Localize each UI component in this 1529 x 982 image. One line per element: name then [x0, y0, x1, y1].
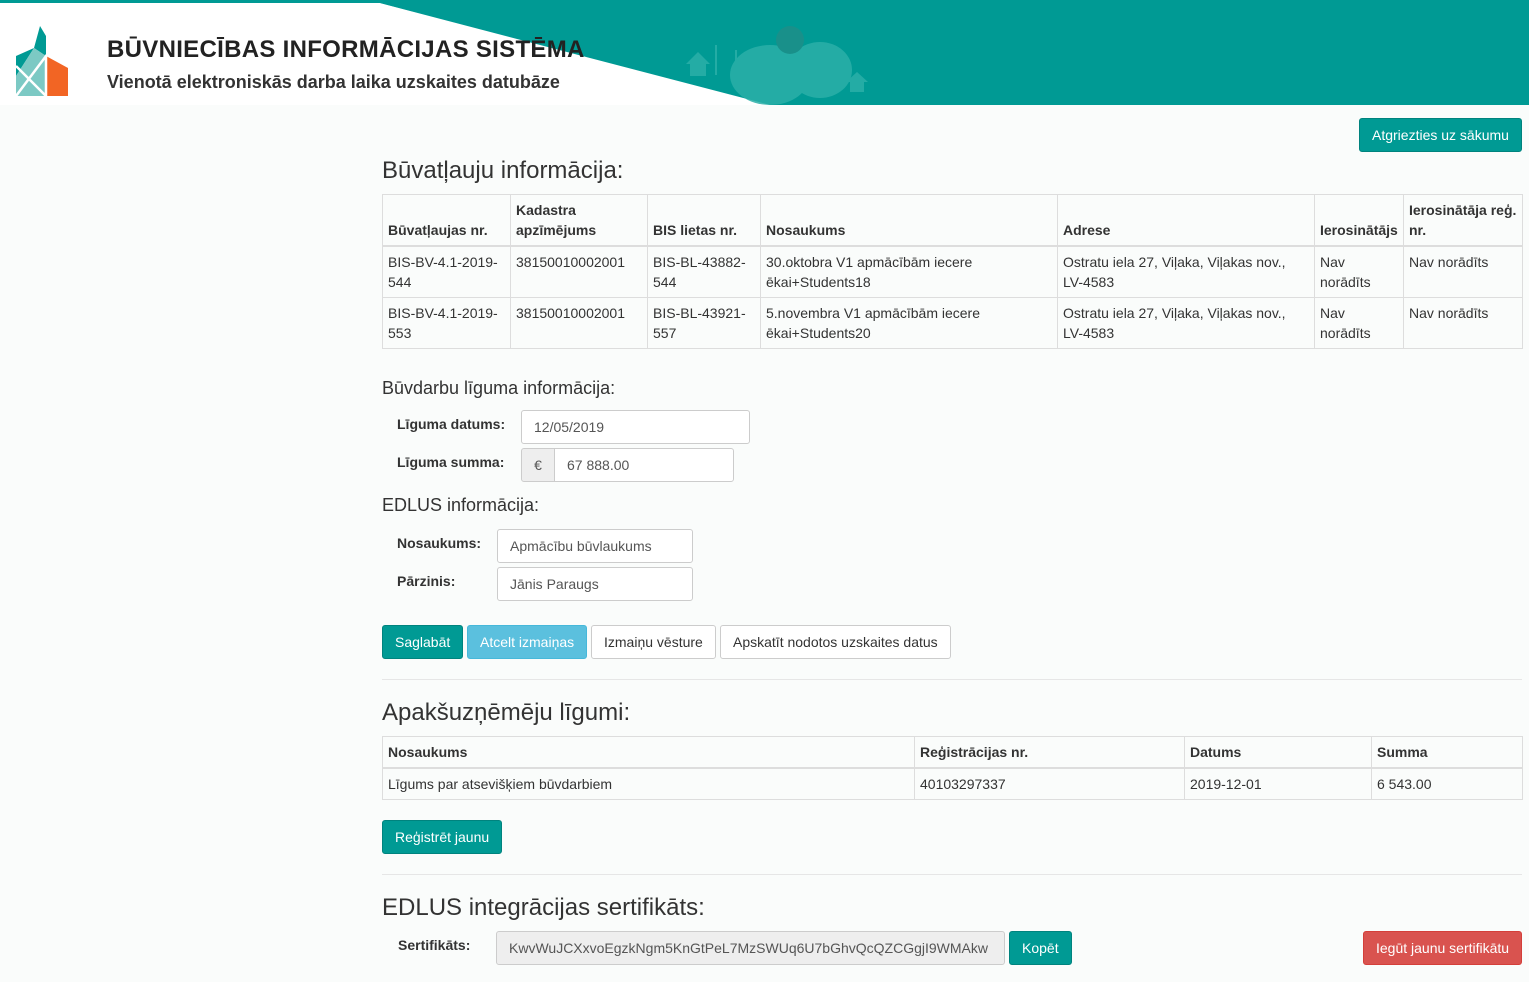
- get-new-certificate-button[interactable]: Iegūt jaunu sertifikātu: [1363, 931, 1523, 965]
- edlus-manager-label: Pārzinis:: [397, 573, 456, 589]
- cell-bis-case: BIS-BL-43921-557: [647, 297, 761, 349]
- col-sub-reg: Reģistrācijas nr.: [914, 736, 1185, 769]
- subcontracts-heading: Apakšuzņēmēju līgumi:: [382, 699, 631, 726]
- cell-bis-case: BIS-BL-43882-544: [647, 245, 761, 298]
- section-divider: [382, 874, 1522, 875]
- col-bis-case: BIS lietas nr.: [647, 194, 761, 247]
- col-name: Nosaukums: [760, 194, 1058, 247]
- contract-date-input[interactable]: 12/05/2019: [521, 410, 750, 444]
- change-history-button[interactable]: Izmaiņu vēsture: [591, 625, 716, 659]
- currency-addon: €: [521, 448, 555, 482]
- edlus-heading: EDLUS informācija:: [382, 495, 540, 515]
- bis-logo-icon: [15, 26, 68, 98]
- permits-table: Būvatļaujas nr. Kadastra apzīmējums BIS …: [382, 194, 1523, 349]
- cell-cadastre: 38150010002001: [510, 297, 648, 349]
- app-title: BŪVNIECĪBAS INFORMĀCIJAS SISTĒMA: [107, 36, 585, 63]
- cell-name: 5.novembra V1 apmācībām iecere ēkai+Stud…: [760, 297, 1058, 349]
- cell-address: Ostratu iela 27, Viļaka, Viļakas nov., L…: [1057, 297, 1315, 349]
- col-initiator-reg: Ierosinātāja reģ. nr.: [1403, 194, 1523, 247]
- col-cadastre: Kadastra apzīmējums: [510, 194, 648, 247]
- table-row[interactable]: Līgums par atsevišķiem būvdarbiem 401032…: [382, 767, 1523, 800]
- copy-certificate-button[interactable]: Kopēt: [1009, 931, 1072, 965]
- cancel-changes-button[interactable]: Atcelt izmaiņas: [467, 625, 588, 659]
- site-header: BŪVNIECĪBAS INFORMĀCIJAS SISTĒMA Vienotā…: [0, 0, 1529, 105]
- app-subtitle: Vienotā elektroniskās darba laika uzskai…: [107, 72, 560, 92]
- col-permit-nr: Būvatļaujas nr.: [382, 194, 511, 247]
- cell-name: 30.oktobra V1 apmācībām iecere ēkai+Stud…: [760, 245, 1058, 298]
- contract-heading: Būvdarbu līguma informācija:: [382, 378, 616, 398]
- cell-permit-nr: BIS-BV-4.1-2019-553: [382, 297, 511, 349]
- register-new-button[interactable]: Reģistrēt jaunu: [382, 820, 503, 854]
- view-submitted-data-button[interactable]: Apskatīt nodotos uzskaites datus: [720, 625, 951, 659]
- contract-date-label: Līguma datums:: [397, 416, 506, 432]
- certificate-field[interactable]: KwvWuJCXxvoEgzkNgm5KnGtPeL7MzSWUq6U7bGhv…: [496, 931, 1005, 965]
- edlus-manager-input[interactable]: Jānis Paraugs: [497, 567, 693, 601]
- col-sub-date: Datums: [1184, 736, 1372, 769]
- cell-sub-sum: 6 543.00: [1371, 767, 1523, 800]
- certificate-heading: EDLUS integrācijas sertifikāts:: [382, 894, 705, 921]
- edlus-name-label: Nosaukums:: [397, 535, 482, 551]
- col-initiator: Ierosinātājs: [1314, 194, 1404, 247]
- cell-initiator-reg: Nav norādīts: [1403, 297, 1523, 349]
- col-address: Adrese: [1057, 194, 1315, 247]
- contract-sum-label: Līguma summa:: [397, 454, 505, 470]
- cell-sub-reg: 40103297337: [914, 767, 1185, 800]
- table-row: BIS-BV-4.1-2019-544 38150010002001 BIS-B…: [382, 245, 1523, 298]
- cell-sub-name: Līgums par atsevišķiem būvdarbiem: [382, 767, 915, 800]
- cell-initiator: Nav norādīts: [1314, 297, 1404, 349]
- table-header-row: Būvatļaujas nr. Kadastra apzīmējums BIS …: [382, 194, 1523, 247]
- cell-cadastre: 38150010002001: [510, 245, 648, 298]
- back-to-start-button[interactable]: Atgriezties uz sākumu: [1359, 118, 1522, 152]
- cell-permit-nr: BIS-BV-4.1-2019-544: [382, 245, 511, 298]
- edlus-name-input[interactable]: Apmācību būvlaukums: [497, 529, 693, 563]
- save-button[interactable]: Saglabāt: [382, 625, 464, 659]
- cell-sub-date: 2019-12-01: [1184, 767, 1372, 800]
- cell-initiator-reg: Nav norādīts: [1403, 245, 1523, 298]
- col-sub-sum: Summa: [1371, 736, 1523, 769]
- contract-sum-input[interactable]: 67 888.00: [554, 448, 734, 482]
- cell-address: Ostratu iela 27, Viļaka, Viļakas nov., L…: [1057, 245, 1315, 298]
- subcontracts-table: Nosaukums Reģistrācijas nr. Datums Summa…: [382, 736, 1523, 800]
- table-header-row: Nosaukums Reģistrācijas nr. Datums Summa: [382, 736, 1523, 769]
- certificate-label: Sertifikāts:: [398, 937, 471, 953]
- permits-heading: Būvatļauju informācija:: [382, 157, 624, 184]
- cell-initiator: Nav norādīts: [1314, 245, 1404, 298]
- col-sub-name: Nosaukums: [382, 736, 915, 769]
- section-divider: [382, 679, 1522, 680]
- table-row: BIS-BV-4.1-2019-553 38150010002001 BIS-B…: [382, 297, 1523, 349]
